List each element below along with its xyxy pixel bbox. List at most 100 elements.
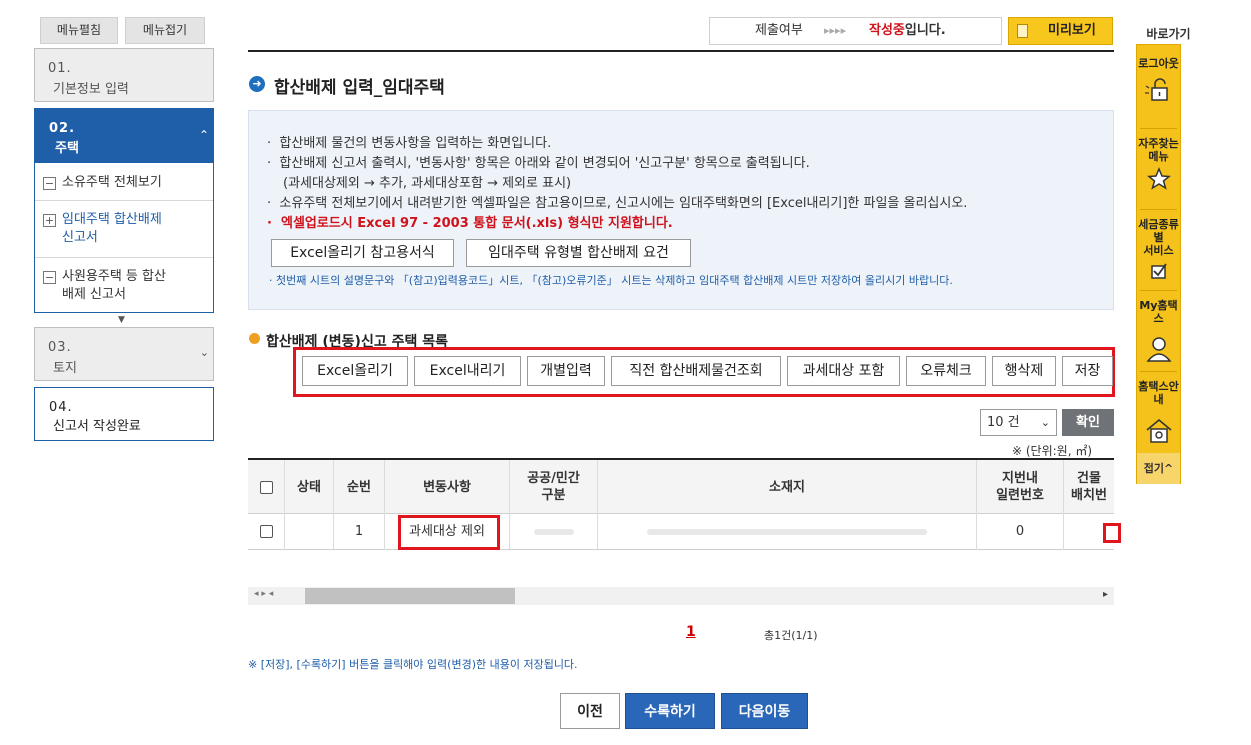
arrow-right-icon: ➜ (249, 76, 265, 92)
header-building: 건물 배치번 (1071, 471, 1107, 503)
delete-row-button[interactable]: 행삭제 (992, 356, 1056, 386)
change-cell-highlight (398, 515, 500, 550)
next-button[interactable]: 다음이동 (721, 693, 808, 729)
step-03-land[interactable]: 03. 토지 ⌄ (34, 327, 214, 381)
step-number: 03. (48, 340, 72, 355)
individual-input-button[interactable]: 개별입력 (527, 356, 605, 386)
submenu-rental-housing[interactable]: + 임대주택 합산배제 신고서 (43, 211, 162, 247)
step-label: 토지 (53, 361, 77, 376)
header-serial: 지번내 일련번호 (977, 460, 1064, 514)
redacted-value (533, 528, 574, 535)
submenu-label-line2: 신고서 (62, 230, 98, 245)
page-link-current[interactable]: 1 (686, 624, 696, 640)
cell-public-private[interactable] (510, 514, 598, 550)
step-label: 신고서 작성완료 (53, 419, 141, 434)
table-header: 상태 순번 변동사항 공공/민간 구분 소재지 지번내 일련번호 건물 배치번 (248, 460, 1114, 514)
excel-template-button[interactable]: Excel올리기 참고용서식 (271, 239, 454, 267)
page-size-select[interactable]: 10 건 ⌄ (980, 409, 1057, 436)
cell-address (598, 514, 977, 550)
header-address: 소재지 (598, 460, 977, 514)
step-number: 01. (48, 61, 72, 76)
minus-icon: − (43, 271, 56, 284)
divider (35, 200, 213, 201)
favorites-link[interactable]: 자주찾는 메뉴 (1137, 137, 1180, 207)
previous-button[interactable]: 이전 (560, 693, 620, 729)
quick-label-line2: 메뉴 (1148, 150, 1169, 163)
step-number: 02. (49, 121, 76, 136)
document-icon (1017, 24, 1028, 38)
status-label: 제출여부 (755, 23, 803, 38)
confirm-button[interactable]: 확인 (1062, 409, 1114, 436)
submit-button[interactable]: 수록하기 (625, 693, 715, 729)
user-icon (1145, 337, 1172, 362)
preview-label: 미리보기 (1048, 23, 1096, 38)
tax-type-service-link[interactable]: 세금종류별 서비스 (1137, 218, 1180, 288)
page-title: 합산배제 입력_임대주택 (274, 78, 445, 98)
header-change: 변동사항 (385, 460, 510, 514)
menu-expand-button[interactable]: 메뉴펼침 (40, 17, 118, 44)
step-label: 기본정보 입력 (53, 82, 129, 97)
header-select-all[interactable] (248, 460, 285, 514)
page-size-value: 10 건 (987, 415, 1020, 430)
caret-down-icon: ▼ (118, 315, 125, 325)
preview-button[interactable]: 미리보기 (1008, 17, 1113, 45)
include-taxable-button[interactable]: 과세대상 포함 (787, 356, 900, 386)
previous-exclusion-lookup-button[interactable]: 직전 합산배제물건조회 (611, 356, 781, 386)
divider (1140, 290, 1177, 291)
quick-label: 홈택스안내 (1138, 380, 1179, 406)
chevron-up-icon[interactable]: ⌃ (199, 128, 209, 142)
header-public-private: 공공/민간 구분 (510, 460, 598, 514)
quick-label: My홈택스 (1139, 299, 1178, 325)
quick-label-line2: 서비스 (1143, 244, 1174, 257)
quick-label: 세금종류별 (1138, 218, 1179, 244)
step-02-housing[interactable]: 02. 주택 ⌃ (34, 108, 214, 163)
save-button[interactable]: 저장 (1062, 356, 1113, 386)
checkbox[interactable] (259, 480, 273, 494)
status-value: 작성중입니다. (869, 23, 946, 38)
divider (35, 257, 213, 258)
lock-icon (1144, 78, 1168, 101)
row-select[interactable] (248, 514, 285, 550)
chevron-down-icon[interactable]: ⌄ (200, 346, 209, 359)
hometax-guide-link[interactable]: 홈택스안내 (1137, 380, 1180, 450)
excel-upload-button[interactable]: Excel올리기 (302, 356, 408, 386)
rental-requirements-button[interactable]: 임대주택 유형별 합산배제 요건 (466, 239, 691, 267)
table-row[interactable]: 1 과세대상 제외 0 (248, 514, 1114, 550)
step-01-basic-info[interactable]: 01. 기본정보 입력 (34, 48, 214, 102)
unit-note: ※ (단위:원, ㎡) (1012, 444, 1093, 458)
info-panel: · 합산배제 물건의 변동사항을 입력하는 화면입니다. · 합산배제 신고서 … (248, 110, 1114, 310)
submenu-label: 사원용주택 등 합산 (62, 269, 166, 284)
save-notice: ※ [저장], [수록하기] 버튼을 클릭해야 입력(변경)한 내용이 저장됩니… (248, 658, 578, 671)
bullet-icon (249, 333, 260, 344)
checkbox[interactable] (259, 525, 273, 538)
submenu-employee-housing[interactable]: − 사원용주택 등 합산 배제 신고서 (43, 268, 166, 304)
info-text: · 소유주택 전체보기에서 내려받기한 엑셀파일은 참고용이므로, 신고시에는 … (267, 196, 968, 211)
info-text: · 합산배제 신고서 출력시, '변동사항' 항목은 아래와 같이 변경되어 '… (267, 156, 810, 171)
error-check-button[interactable]: 오류체크 (906, 356, 986, 386)
divider (1140, 128, 1177, 129)
step-04-complete[interactable]: 04. 신고서 작성완료 (34, 387, 214, 441)
step-label: 주택 (55, 141, 79, 156)
info-text: · 합산배제 물건의 변동사항을 입력하는 화면입니다. (267, 136, 552, 151)
my-hometax-link[interactable]: My홈택스 (1137, 299, 1180, 369)
cell-serial: 0 (977, 514, 1064, 550)
divider (1140, 209, 1177, 210)
arrows-icon: ▸▸▸▸ (824, 24, 847, 37)
arrow-right-icon[interactable]: ▸ (1103, 589, 1108, 600)
horizontal-scrollbar[interactable]: ◂ ▸ ◂ ▸ (248, 587, 1114, 605)
submenu-owned-housing[interactable]: − 소유주택 전체보기 (43, 174, 162, 192)
chevron-down-icon: ⌄ (1040, 416, 1050, 429)
logout-link[interactable]: 로그아웃 (1137, 57, 1180, 127)
step-number: 04. (49, 400, 73, 415)
header-seq: 순번 (334, 460, 385, 514)
cell-seq: 1 (334, 514, 385, 550)
arrow-left-icon[interactable]: ◂ ▸ ◂ (254, 589, 273, 599)
header-status: 상태 (285, 460, 334, 514)
quick-label: 자주찾는 (1138, 137, 1179, 150)
excel-download-button[interactable]: Excel내리기 (414, 356, 521, 386)
quick-collapse-button[interactable]: 접기^ (1137, 453, 1180, 484)
plus-icon: + (43, 214, 56, 227)
menu-collapse-button[interactable]: 메뉴접기 (125, 17, 205, 44)
scrollbar-thumb[interactable] (305, 588, 515, 604)
star-icon (1146, 167, 1171, 190)
